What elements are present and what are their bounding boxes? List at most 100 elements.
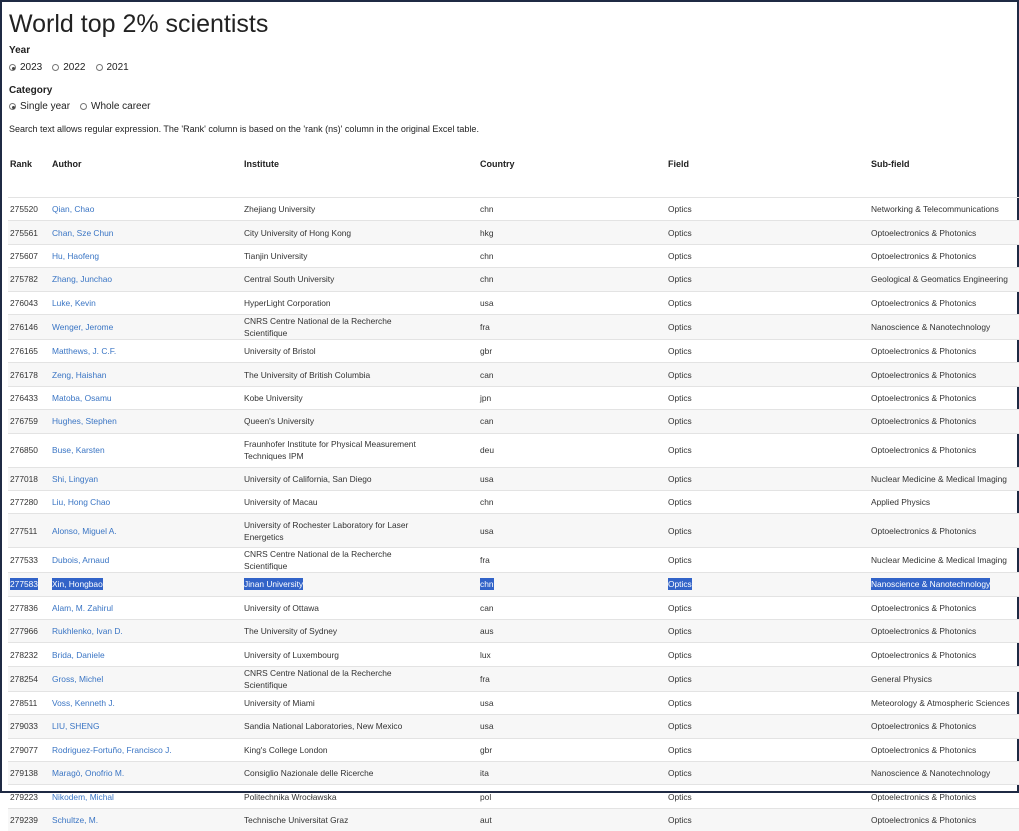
author-cell[interactable]: Gross, Michel xyxy=(50,666,242,691)
author-link[interactable]: Hu, Haofeng xyxy=(52,251,99,261)
table-row[interactable]: 275520Qian, ChaoZhejiang UniversitychnOp… xyxy=(8,198,1019,221)
author-cell[interactable]: Brida, Daniele xyxy=(50,643,242,666)
column-header-field[interactable]: Field xyxy=(666,152,869,175)
author-cell[interactable]: Hughes, Stephen xyxy=(50,410,242,433)
author-cell[interactable]: Schultze, M. xyxy=(50,808,242,831)
author-cell[interactable]: Voss, Kenneth J. xyxy=(50,691,242,714)
author-cell[interactable]: Dubois, Arnaud xyxy=(50,548,242,573)
table-row[interactable]: 275561Chan, Sze ChunCity University of H… xyxy=(8,221,1019,244)
author-cell[interactable]: Rodriguez-Fortuño, Francisco J. xyxy=(50,738,242,761)
column-header-rank[interactable]: Rank xyxy=(8,152,50,175)
author-cell[interactable]: Maragò, Onofrio M. xyxy=(50,762,242,785)
author-link[interactable]: Brida, Daniele xyxy=(52,650,105,660)
table-row[interactable]: 278254Gross, MichelCNRS Centre National … xyxy=(8,666,1019,691)
year-option-2022[interactable]: 2022 xyxy=(52,62,85,73)
category-option-single-year[interactable]: Single year xyxy=(9,101,70,112)
table-row[interactable]: 278232Brida, DanieleUniversity of Luxemb… xyxy=(8,643,1019,666)
author-link[interactable]: Chan, Sze Chun xyxy=(52,228,113,238)
author-cell[interactable]: Hu, Haofeng xyxy=(50,244,242,267)
table-row[interactable]: 277583Xin, HongbaoJinan UniversitychnOpt… xyxy=(8,573,1019,596)
table-row[interactable]: 275607Hu, HaofengTianjin UniversitychnOp… xyxy=(8,244,1019,267)
author-cell[interactable]: LIU, SHENG xyxy=(50,715,242,738)
author-link[interactable]: Schultze, M. xyxy=(52,815,98,825)
table-row[interactable]: 279239Schultze, M.Technische Universitat… xyxy=(8,808,1019,831)
table-row[interactable]: 276146Wenger, JeromeCNRS Centre National… xyxy=(8,314,1019,339)
author-link[interactable]: Wenger, Jerome xyxy=(52,322,113,332)
column-header-institute[interactable]: Institute xyxy=(242,152,478,175)
author-cell[interactable]: Matthews, J. C.F. xyxy=(50,339,242,362)
author-cell[interactable]: Qian, Chao xyxy=(50,198,242,221)
table-row[interactable]: 276043Luke, KevinHyperLight Corporationu… xyxy=(8,291,1019,314)
table-row[interactable]: 277533Dubois, ArnaudCNRS Centre National… xyxy=(8,548,1019,573)
author-link[interactable]: Alam, M. Zahirul xyxy=(52,603,113,613)
radio-icon[interactable] xyxy=(96,64,103,71)
author-cell[interactable]: Wenger, Jerome xyxy=(50,314,242,339)
author-link[interactable]: Luke, Kevin xyxy=(52,298,96,308)
author-link[interactable]: Rodriguez-Fortuño, Francisco J. xyxy=(52,745,172,755)
author-link[interactable]: Matthews, J. C.F. xyxy=(52,346,116,356)
author-link[interactable]: LIU, SHENG xyxy=(52,721,99,731)
author-link[interactable]: Shi, Lingyan xyxy=(52,474,98,484)
author-link[interactable]: Matoba, Osamu xyxy=(52,393,112,403)
author-cell[interactable]: Rukhlenko, Ivan D. xyxy=(50,620,242,643)
author-cell[interactable]: Alam, M. Zahirul xyxy=(50,596,242,619)
author-cell[interactable]: Xin, Hongbao xyxy=(50,573,242,596)
author-link[interactable]: Maragò, Onofrio M. xyxy=(52,768,124,778)
column-header-author[interactable]: Author xyxy=(50,152,242,175)
radio-icon[interactable] xyxy=(80,103,87,110)
author-cell[interactable]: Zhang, Junchao xyxy=(50,268,242,291)
table-row[interactable]: 279138Maragò, Onofrio M.Consiglio Nazion… xyxy=(8,762,1019,785)
cell-text: deu xyxy=(480,445,494,455)
author-link[interactable]: Dubois, Arnaud xyxy=(52,555,109,565)
table-row[interactable]: 277836Alam, M. ZahirulUniversity of Otta… xyxy=(8,596,1019,619)
author-cell[interactable]: Alonso, Miguel A. xyxy=(50,514,242,548)
table-row[interactable]: 277018Shi, LingyanUniversity of Californ… xyxy=(8,467,1019,490)
cell-text: Optoelectronics & Photonics xyxy=(871,526,976,536)
table-row[interactable]: 279223Nikodem, MichalPolitechnika Wrocła… xyxy=(8,785,1019,808)
table-row[interactable]: 279077Rodriguez-Fortuño, Francisco J.Kin… xyxy=(8,738,1019,761)
author-cell[interactable]: Chan, Sze Chun xyxy=(50,221,242,244)
author-link[interactable]: Alonso, Miguel A. xyxy=(52,526,117,536)
table-row[interactable]: 277280Liu, Hong ChaoUniversity of Macauc… xyxy=(8,490,1019,513)
author-cell[interactable]: Zeng, Haishan xyxy=(50,363,242,386)
column-header-country[interactable]: Country xyxy=(478,152,666,175)
radio-icon[interactable] xyxy=(9,103,16,110)
field-cell: Optics xyxy=(666,738,869,761)
author-link[interactable]: Gross, Michel xyxy=(52,674,103,684)
column-header-sub-field[interactable]: Sub-field xyxy=(869,152,1019,175)
table-row[interactable]: 276850Buse, KarstenFraunhofer Institute … xyxy=(8,433,1019,467)
author-cell[interactable]: Nikodem, Michal xyxy=(50,785,242,808)
radio-icon[interactable] xyxy=(52,64,59,71)
year-option-2023[interactable]: 2023 xyxy=(9,62,42,73)
author-link[interactable]: Liu, Hong Chao xyxy=(52,497,110,507)
author-link[interactable]: Xin, Hongbao xyxy=(52,579,103,589)
radio-label: 2021 xyxy=(107,62,129,73)
author-cell[interactable]: Shi, Lingyan xyxy=(50,467,242,490)
table-row[interactable]: 275782Zhang, JunchaoCentral South Univer… xyxy=(8,268,1019,291)
table-row[interactable]: 276759Hughes, StephenQueen's Universityc… xyxy=(8,410,1019,433)
category-option-whole-career[interactable]: Whole career xyxy=(80,101,150,112)
table-row[interactable]: 277511Alonso, Miguel A.University of Roc… xyxy=(8,514,1019,548)
author-cell[interactable]: Luke, Kevin xyxy=(50,291,242,314)
radio-icon[interactable] xyxy=(9,64,16,71)
author-cell[interactable]: Matoba, Osamu xyxy=(50,386,242,409)
author-link[interactable]: Voss, Kenneth J. xyxy=(52,698,115,708)
table-row[interactable]: 276178Zeng, HaishanThe University of Bri… xyxy=(8,363,1019,386)
author-link[interactable]: Rukhlenko, Ivan D. xyxy=(52,626,123,636)
author-link[interactable]: Zeng, Haishan xyxy=(52,370,106,380)
author-link[interactable]: Nikodem, Michal xyxy=(52,792,114,802)
header-spacer xyxy=(8,175,1019,198)
author-link[interactable]: Hughes, Stephen xyxy=(52,416,117,426)
author-link[interactable]: Zhang, Junchao xyxy=(52,274,112,284)
table-row[interactable]: 277966Rukhlenko, Ivan D.The University o… xyxy=(8,620,1019,643)
table-row[interactable]: 276165Matthews, J. C.F.University of Bri… xyxy=(8,339,1019,362)
author-cell[interactable]: Buse, Karsten xyxy=(50,433,242,467)
table-row[interactable]: 278511Voss, Kenneth J.University of Miam… xyxy=(8,691,1019,714)
author-link[interactable]: Qian, Chao xyxy=(52,204,94,214)
table-row[interactable]: 276433Matoba, OsamuKobe UniversityjpnOpt… xyxy=(8,386,1019,409)
year-option-2021[interactable]: 2021 xyxy=(96,62,129,73)
author-link[interactable]: Buse, Karsten xyxy=(52,445,105,455)
author-cell[interactable]: Liu, Hong Chao xyxy=(50,490,242,513)
table-row[interactable]: 279033LIU, SHENGSandia National Laborato… xyxy=(8,715,1019,738)
cell-text: Optoelectronics & Photonics xyxy=(871,745,976,755)
